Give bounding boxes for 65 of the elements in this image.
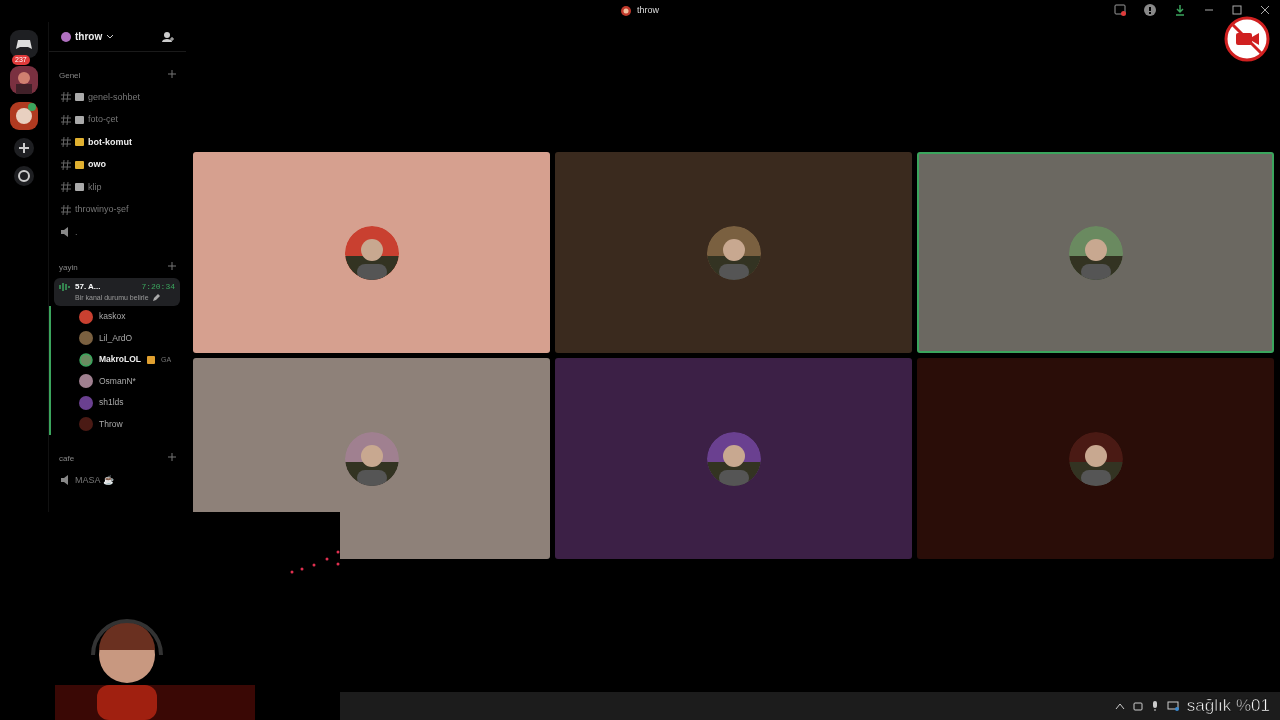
- channel-name: MASA ☕: [75, 473, 114, 487]
- hash-icon: [61, 182, 71, 193]
- screen-record-icon[interactable]: [1114, 4, 1126, 16]
- channel-name: .: [75, 225, 78, 239]
- sound-bars-icon: [59, 281, 71, 292]
- call-timer: 7:20:34: [141, 280, 175, 293]
- category-header[interactable]: Genel: [59, 70, 81, 82]
- server-name[interactable]: throw: [75, 29, 103, 44]
- member-name: Lil_ArdO: [99, 331, 133, 345]
- voice-channel-name: 57. A...: [75, 280, 101, 293]
- server-icon[interactable]: [10, 66, 38, 94]
- overlay-text: sağlık %01: [1186, 695, 1270, 718]
- maximize-icon[interactable]: [1232, 5, 1242, 15]
- member-name: Throw: [99, 417, 123, 431]
- home-button[interactable]: [10, 30, 38, 58]
- window-title: throw: [637, 4, 659, 18]
- channel-item[interactable]: genel-sohbet: [49, 86, 186, 109]
- chevron-up-icon[interactable]: [1114, 702, 1125, 710]
- channel-name: bot-komut: [88, 135, 132, 149]
- channel-item[interactable]: MASA ☕: [49, 469, 186, 492]
- chevron-icon[interactable]: [106, 33, 115, 40]
- microphone-icon[interactable]: [1150, 701, 1159, 711]
- hash-icon: [61, 92, 71, 103]
- monitor-icon[interactable]: [1166, 701, 1179, 711]
- channel-item[interactable]: klip: [49, 176, 186, 199]
- channel-item[interactable]: foto-çet: [49, 108, 186, 131]
- no-camera-icon: [1224, 16, 1270, 62]
- channel-item[interactable]: .: [49, 221, 186, 244]
- pencil-icon[interactable]: [152, 294, 160, 302]
- hash-icon: [61, 159, 71, 170]
- speaker-icon: [61, 475, 71, 486]
- invite-icon[interactable]: [162, 30, 174, 43]
- hash-icon: [61, 204, 71, 215]
- server-avatar-icon: [621, 6, 631, 16]
- category-header[interactable]: cafe: [59, 453, 75, 465]
- voice-member[interactable]: Throw: [51, 413, 186, 435]
- channel-name: foto-çet: [88, 113, 118, 126]
- channel-item[interactable]: owo: [49, 153, 186, 176]
- voice-member[interactable]: Lil_ArdO: [51, 327, 186, 349]
- channel-name: klip: [88, 180, 102, 194]
- add-channel-icon[interactable]: [168, 70, 176, 78]
- channel-name: throwinyo-şef: [75, 203, 129, 216]
- member-name: sh1lds: [99, 396, 124, 410]
- channel-item[interactable]: throwinyo-şef: [49, 198, 186, 221]
- server-icon[interactable]: [10, 102, 38, 130]
- speaker-icon: [61, 227, 71, 238]
- add-server-icon[interactable]: [14, 138, 34, 158]
- close-icon[interactable]: [1260, 5, 1270, 15]
- download-icon[interactable]: [1174, 4, 1186, 16]
- hash-icon: [61, 114, 71, 125]
- add-channel-icon[interactable]: [168, 453, 176, 461]
- channel-name: owo: [88, 158, 106, 171]
- member-name: MakroLOL: [99, 353, 142, 367]
- category-header[interactable]: yayin: [59, 261, 78, 274]
- add-channel-icon[interactable]: [168, 261, 176, 270]
- compass-icon[interactable]: [14, 166, 34, 186]
- hash-icon: [61, 137, 71, 148]
- voice-member[interactable]: sh1lds: [51, 392, 186, 414]
- server-avatar-icon: [61, 31, 71, 42]
- channel-name: genel-sohbet: [88, 90, 141, 104]
- voice-member[interactable]: kaskox: [51, 306, 186, 328]
- member-name: OsmanN*: [99, 374, 136, 388]
- channel-item[interactable]: bot-komut: [49, 131, 186, 154]
- voice-member[interactable]: OsmanN*: [51, 370, 186, 392]
- member-name: kaskox: [99, 310, 126, 324]
